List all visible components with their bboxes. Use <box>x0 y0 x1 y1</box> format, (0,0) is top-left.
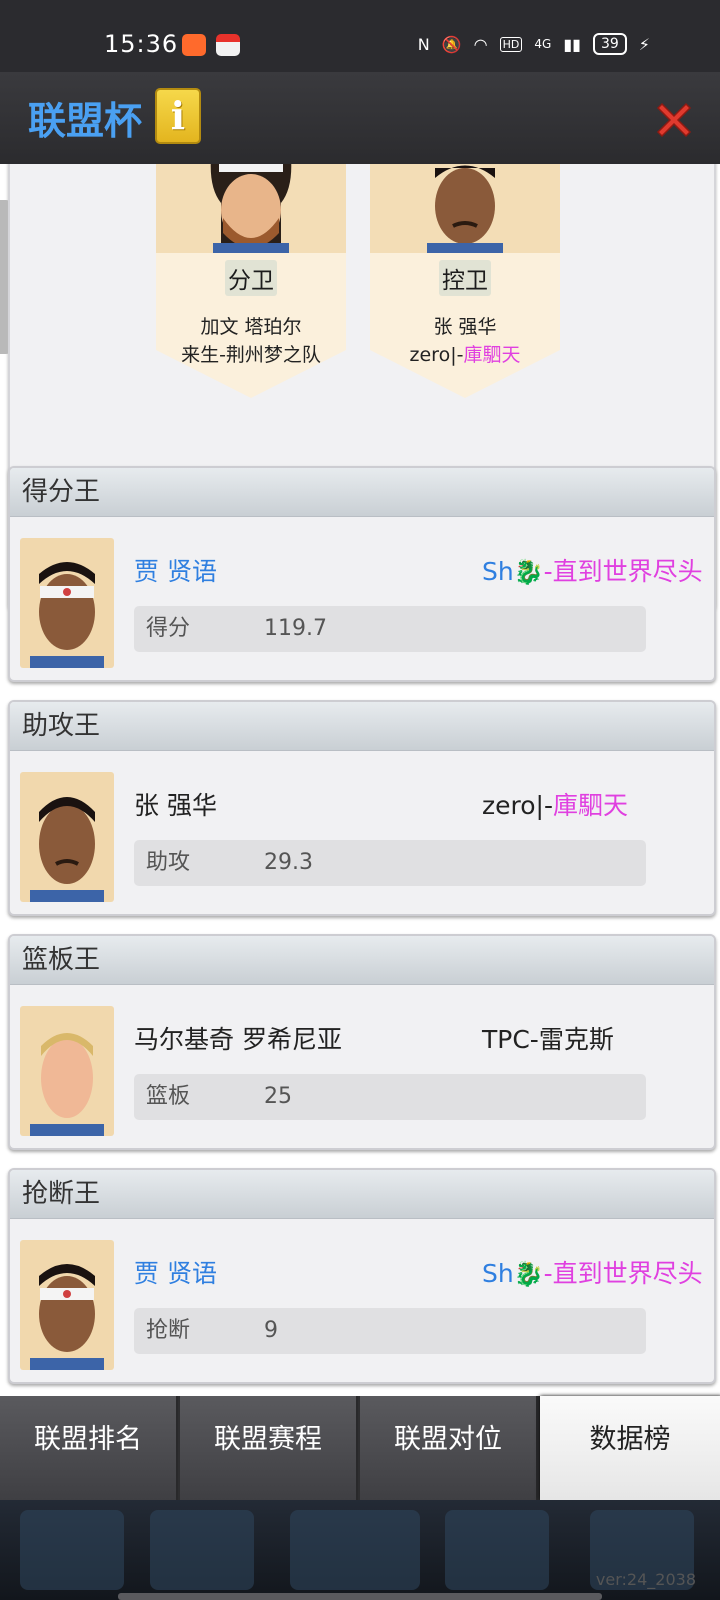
stat-label: 得分 <box>146 616 191 641</box>
mute-icon: 🔕 <box>441 34 462 54</box>
tab-league-schedule[interactable]: 联盟赛程 <box>180 1396 358 1500</box>
tab-data-board[interactable]: 数据榜 <box>540 1396 720 1500</box>
stat-value: 25 <box>264 1084 292 1109</box>
assists-leader-card[interactable]: 助攻王 张 强华 zero|-庫駟天 助攻 29.3 <box>8 700 716 916</box>
tab-league-ranking[interactable]: 联盟排名 <box>0 1396 178 1500</box>
stat-bar: 抢断 9 <box>134 1308 646 1354</box>
player-avatar[interactable] <box>20 772 114 902</box>
dragon-icon: 🐉 <box>513 1260 544 1288</box>
stat-value: 9 <box>264 1318 278 1343</box>
team-name[interactable]: Sh🐉-直到世界尽头 <box>482 552 703 588</box>
team-name[interactable]: zero|-庫駟天 <box>482 786 628 822</box>
team-name: 来生-荆州梦之队 <box>181 344 321 366</box>
card-title: 得分王 <box>10 468 714 517</box>
content-area[interactable]: 分卫 加文 塔珀尔 来生-荆州梦之队 控卫 张 强华 zero|-庫駟天 得分王 <box>0 164 720 1396</box>
player-name[interactable]: 贾 贤语 <box>134 552 217 588</box>
player-name[interactable]: 张 强华 <box>134 786 217 822</box>
position-card[interactable]: 分卫 加文 塔珀尔 来生-荆州梦之队 <box>156 164 346 398</box>
tab-league-matchup[interactable]: 联盟对位 <box>360 1396 538 1500</box>
team-icon <box>20 1510 124 1590</box>
stat-bar: 篮板 25 <box>134 1074 646 1120</box>
rebounds-leader-card[interactable]: 篮板王 马尔基奇 罗希尼亚 TPC-雷克斯 篮板 25 <box>8 934 716 1150</box>
training-icon <box>290 1510 420 1590</box>
player-name[interactable]: 贾 贤语 <box>134 1254 217 1290</box>
signal-icon: ▮▮ <box>563 34 581 54</box>
player-name: 张 强华 <box>433 316 497 338</box>
hd-icon: HD <box>499 36 523 52</box>
stat-bar: 助攻 29.3 <box>134 840 646 886</box>
version-label: ver:24_2038 <box>595 1570 696 1589</box>
finance-icon <box>150 1510 254 1590</box>
card-title: 抢断王 <box>10 1170 714 1219</box>
info-icon[interactable]: i <box>155 88 201 144</box>
close-icon[interactable] <box>650 96 698 144</box>
player-name[interactable]: 马尔基奇 罗希尼亚 <box>134 1020 342 1056</box>
bottom-tab-bar: 联盟排名 联盟赛程 联盟对位 数据榜 <box>0 1396 720 1506</box>
points-leader-card[interactable]: 得分王 贾 贤语 Sh🐉-直到世界尽头 得分 119.7 <box>8 466 716 682</box>
nfc-icon: N <box>417 34 430 54</box>
network-icon: 4G <box>534 37 552 51</box>
player-avatar[interactable] <box>20 1006 114 1136</box>
notification-app-icon <box>182 34 206 56</box>
status-time: 15:36 <box>104 30 179 58</box>
status-bar: 15:36 N 🔕 ◠ HD 4G ▮▮ 39 ⚡ <box>0 0 720 72</box>
position-card[interactable]: 控卫 张 强华 zero|-庫駟天 <box>370 164 560 398</box>
stat-value: 119.7 <box>264 616 327 641</box>
stat-label: 助攻 <box>146 850 191 875</box>
team-name[interactable]: Sh🐉-直到世界尽头 <box>482 1254 703 1290</box>
player-avatar[interactable] <box>20 538 114 668</box>
status-icons: N 🔕 ◠ HD 4G ▮▮ 39 ⚡ <box>418 33 650 55</box>
player-portrait <box>427 165 503 253</box>
position-label: 控卫 <box>439 260 491 296</box>
player-portrait <box>210 164 292 253</box>
app-header: 联盟杯 i <box>0 72 720 166</box>
stat-bar: 得分 119.7 <box>134 606 646 652</box>
stats-icon <box>445 1510 549 1590</box>
card-title: 篮板王 <box>10 936 714 985</box>
page-title: 联盟杯 <box>28 99 143 143</box>
notification-app-icon <box>216 34 240 56</box>
dragon-icon: 🐉 <box>513 558 544 586</box>
charging-icon: ⚡ <box>638 34 650 54</box>
stat-value: 29.3 <box>264 850 313 875</box>
stat-label: 抢断 <box>146 1318 191 1343</box>
home-indicator[interactable] <box>118 1593 602 1600</box>
stat-label: 篮板 <box>146 1084 191 1109</box>
battery-icon: 39 <box>592 33 627 55</box>
wifi-icon: ◠ <box>473 34 488 54</box>
player-name: 加文 塔珀尔 <box>200 316 302 338</box>
steals-leader-card[interactable]: 抢断王 贾 贤语 Sh🐉-直到世界尽头 抢断 9 <box>8 1168 716 1384</box>
player-avatar[interactable] <box>20 1240 114 1370</box>
card-title: 助攻王 <box>10 702 714 751</box>
team-name: zero|-庫駟天 <box>409 344 521 366</box>
position-label: 分卫 <box>225 260 277 296</box>
team-name[interactable]: TPC-雷克斯 <box>482 1020 614 1056</box>
